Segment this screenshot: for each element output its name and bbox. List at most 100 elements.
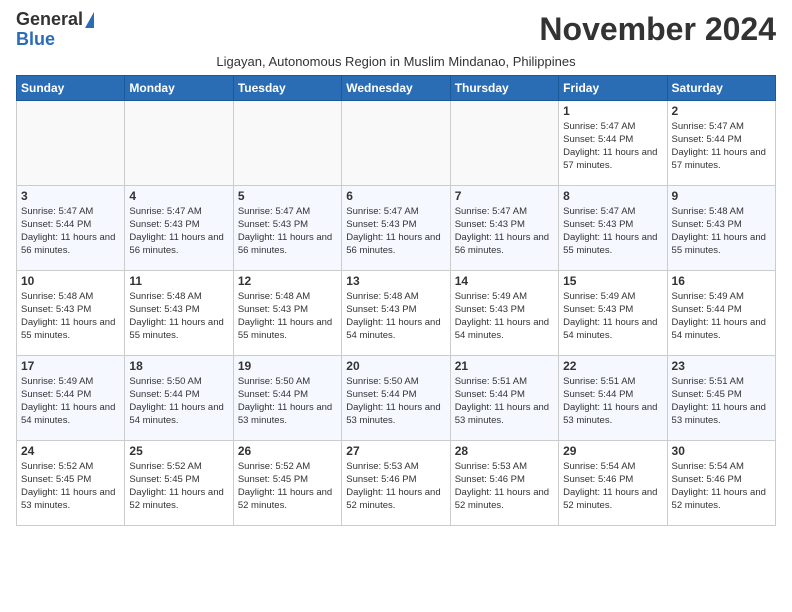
page-subtitle: Ligayan, Autonomous Region in Muslim Min… (16, 54, 776, 69)
day-number: 8 (563, 189, 662, 203)
day-info: Sunrise: 5:48 AMSunset: 5:43 PMDaylight:… (238, 290, 337, 343)
calendar-header-row: SundayMondayTuesdayWednesdayThursdayFrid… (17, 75, 776, 100)
day-info: Sunrise: 5:47 AMSunset: 5:44 PMDaylight:… (21, 205, 120, 258)
day-number: 9 (672, 189, 771, 203)
calendar-cell: 27 Sunrise: 5:53 AMSunset: 5:46 PMDayligh… (342, 440, 450, 525)
month-title: November 2024 (539, 11, 776, 48)
calendar-cell: 29Sunrise: 5:54 AMSunset: 5:46 PMDayligh… (559, 440, 667, 525)
day-number: 27 (346, 444, 445, 458)
day-info: Sunrise: 5:48 AMSunset: 5:43 PMDaylight:… (21, 290, 120, 343)
calendar-cell: 20 Sunrise: 5:50 AMSunset: 5:44 PMDayligh… (342, 355, 450, 440)
day-info: Sunrise: 5:48 AMSunset: 5:43 PMDaylight:… (672, 205, 771, 258)
calendar-cell: 28Sunrise: 5:53 AMSunset: 5:46 PMDayligh… (450, 440, 558, 525)
day-number: 23 (672, 359, 771, 373)
day-number: 18 (129, 359, 228, 373)
day-info: Sunrise: 5:50 AMSunset: 5:44 PMDaylight:… (129, 375, 228, 428)
day-info: Sunrise: 5:47 AMSunset: 5:44 PMDaylight:… (672, 120, 771, 173)
day-number: 16 (672, 274, 771, 288)
calendar-cell: 15 Sunrise: 5:49 AMSunset: 5:43 PMDayligh… (559, 270, 667, 355)
calendar-cell: 10 Sunrise: 5:48 AMSunset: 5:43 PMDayligh… (17, 270, 125, 355)
calendar-cell: 23Sunrise: 5:51 AMSunset: 5:45 PMDayligh… (667, 355, 775, 440)
day-number: 12 (238, 274, 337, 288)
calendar-cell: 6 Sunrise: 5:47 AMSunset: 5:43 PMDaylight… (342, 185, 450, 270)
day-info: Sunrise: 5:52 AMSunset: 5:45 PMDaylight:… (238, 460, 337, 513)
calendar-cell: 22 Sunrise: 5:51 AMSunset: 5:44 PMDayligh… (559, 355, 667, 440)
day-info: Sunrise: 5:49 AMSunset: 5:43 PMDaylight:… (563, 290, 662, 343)
logo-general-text: General (16, 10, 83, 30)
day-number: 1 (563, 104, 662, 118)
calendar-cell: 19 Sunrise: 5:50 AMSunset: 5:44 PMDayligh… (233, 355, 341, 440)
day-number: 5 (238, 189, 337, 203)
calendar-cell: 12 Sunrise: 5:48 AMSunset: 5:43 PMDayligh… (233, 270, 341, 355)
day-info: Sunrise: 5:47 AMSunset: 5:43 PMDaylight:… (455, 205, 554, 258)
calendar-cell: 8 Sunrise: 5:47 AMSunset: 5:43 PMDaylight… (559, 185, 667, 270)
logo: General Blue (16, 10, 94, 50)
calendar-cell (17, 100, 125, 185)
calendar-table: SundayMondayTuesdayWednesdayThursdayFrid… (16, 75, 776, 526)
day-number: 17 (21, 359, 120, 373)
calendar-cell (233, 100, 341, 185)
day-info: Sunrise: 5:51 AMSunset: 5:44 PMDaylight:… (455, 375, 554, 428)
day-info: Sunrise: 5:48 AMSunset: 5:43 PMDaylight:… (346, 290, 445, 343)
day-info: Sunrise: 5:53 AMSunset: 5:46 PMDaylight:… (346, 460, 445, 513)
calendar-cell: 16 Sunrise: 5:49 AMSunset: 5:44 PMDayligh… (667, 270, 775, 355)
day-info: Sunrise: 5:52 AMSunset: 5:45 PMDaylight:… (129, 460, 228, 513)
calendar-cell: 18 Sunrise: 5:50 AMSunset: 5:44 PMDayligh… (125, 355, 233, 440)
weekday-header-saturday: Saturday (667, 75, 775, 100)
day-number: 22 (563, 359, 662, 373)
calendar-cell: 14 Sunrise: 5:49 AMSunset: 5:43 PMDayligh… (450, 270, 558, 355)
day-number: 24 (21, 444, 120, 458)
weekday-header-friday: Friday (559, 75, 667, 100)
calendar-cell: 3 Sunrise: 5:47 AMSunset: 5:44 PMDaylight… (17, 185, 125, 270)
calendar-cell: 24 Sunrise: 5:52 AMSunset: 5:45 PMDayligh… (17, 440, 125, 525)
calendar-cell: 4 Sunrise: 5:47 AMSunset: 5:43 PMDaylight… (125, 185, 233, 270)
day-info: Sunrise: 5:49 AMSunset: 5:44 PMDaylight:… (672, 290, 771, 343)
day-number: 2 (672, 104, 771, 118)
day-number: 4 (129, 189, 228, 203)
day-number: 14 (455, 274, 554, 288)
calendar-cell: 2 Sunrise: 5:47 AMSunset: 5:44 PMDaylight… (667, 100, 775, 185)
calendar-week-row: 3 Sunrise: 5:47 AMSunset: 5:44 PMDaylight… (17, 185, 776, 270)
day-number: 10 (21, 274, 120, 288)
day-number: 15 (563, 274, 662, 288)
day-info: Sunrise: 5:50 AMSunset: 5:44 PMDaylight:… (346, 375, 445, 428)
day-number: 26 (238, 444, 337, 458)
calendar-cell: 5Sunrise: 5:47 AMSunset: 5:43 PMDaylight… (233, 185, 341, 270)
day-number: 13 (346, 274, 445, 288)
weekday-header-sunday: Sunday (17, 75, 125, 100)
day-info: Sunrise: 5:49 AMSunset: 5:43 PMDaylight:… (455, 290, 554, 343)
day-info: Sunrise: 5:51 AMSunset: 5:44 PMDaylight:… (563, 375, 662, 428)
day-number: 21 (455, 359, 554, 373)
day-info: Sunrise: 5:52 AMSunset: 5:45 PMDaylight:… (21, 460, 120, 513)
day-number: 29 (563, 444, 662, 458)
day-number: 6 (346, 189, 445, 203)
calendar-week-row: 24 Sunrise: 5:52 AMSunset: 5:45 PMDayligh… (17, 440, 776, 525)
weekday-header-tuesday: Tuesday (233, 75, 341, 100)
calendar-cell (450, 100, 558, 185)
day-info: Sunrise: 5:50 AMSunset: 5:44 PMDaylight:… (238, 375, 337, 428)
calendar-cell: 13 Sunrise: 5:48 AMSunset: 5:43 PMDayligh… (342, 270, 450, 355)
day-info: Sunrise: 5:47 AMSunset: 5:43 PMDaylight:… (346, 205, 445, 258)
day-number: 20 (346, 359, 445, 373)
calendar-cell: 9 Sunrise: 5:48 AMSunset: 5:43 PMDaylight… (667, 185, 775, 270)
weekday-header-monday: Monday (125, 75, 233, 100)
calendar-week-row: 10 Sunrise: 5:48 AMSunset: 5:43 PMDayligh… (17, 270, 776, 355)
day-info: Sunrise: 5:47 AMSunset: 5:43 PMDaylight:… (563, 205, 662, 258)
page-header: General Blue November 2024 (16, 10, 776, 50)
day-number: 19 (238, 359, 337, 373)
calendar-cell: 21 Sunrise: 5:51 AMSunset: 5:44 PMDayligh… (450, 355, 558, 440)
day-number: 3 (21, 189, 120, 203)
day-number: 25 (129, 444, 228, 458)
day-number: 28 (455, 444, 554, 458)
logo-triangle-icon (85, 12, 94, 28)
weekday-header-wednesday: Wednesday (342, 75, 450, 100)
calendar-week-row: 17Sunrise: 5:49 AMSunset: 5:44 PMDayligh… (17, 355, 776, 440)
calendar-cell (125, 100, 233, 185)
day-info: Sunrise: 5:47 AMSunset: 5:43 PMDaylight:… (129, 205, 228, 258)
calendar-cell (342, 100, 450, 185)
calendar-cell: 30Sunrise: 5:54 AMSunset: 5:46 PMDayligh… (667, 440, 775, 525)
calendar-cell: 25 Sunrise: 5:52 AMSunset: 5:45 PMDayligh… (125, 440, 233, 525)
calendar-cell: 17Sunrise: 5:49 AMSunset: 5:44 PMDayligh… (17, 355, 125, 440)
day-number: 7 (455, 189, 554, 203)
calendar-week-row: 1 Sunrise: 5:47 AMSunset: 5:44 PMDaylight… (17, 100, 776, 185)
